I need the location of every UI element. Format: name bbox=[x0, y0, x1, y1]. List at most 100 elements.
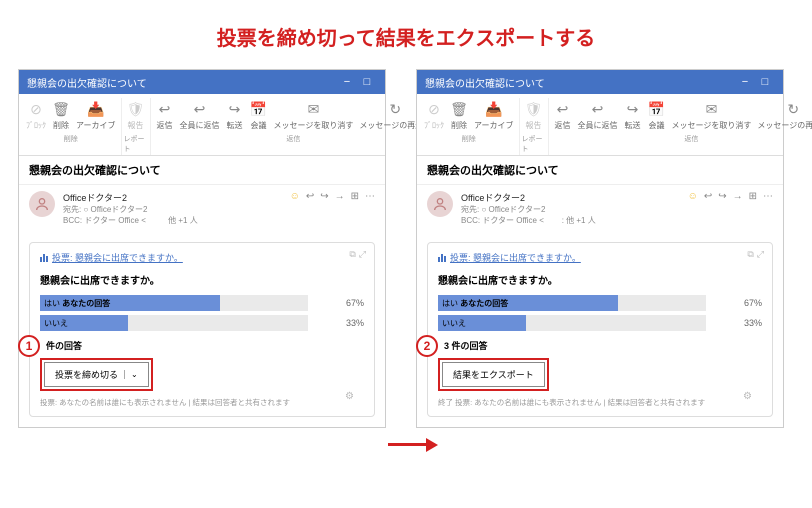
delete-button[interactable]: 🗑削除 bbox=[49, 98, 73, 133]
replyall-icon: ↩ bbox=[191, 100, 209, 118]
callout-badge-1: 1 bbox=[18, 335, 40, 357]
forward-button[interactable]: ↪転送 bbox=[223, 98, 247, 133]
poll-card: ⧉ ⤢ 投票: 懇親会に出席できますか。 懇親会に出席できますか。 はい あなたの… bbox=[29, 242, 375, 417]
mail-header: Officeドクター2 宛先: ○ Officeドクター2 BCC: ドクター … bbox=[417, 185, 783, 232]
recall-icon: ✉ bbox=[304, 100, 322, 118]
mail-header: Officeドクター2 宛先: ○ Officeドクター2 BCC: ドクター … bbox=[19, 185, 385, 232]
forward-icon: ↪ bbox=[624, 100, 642, 118]
poll-note: 終了 投票: あなたの名前は誰にも表示されません | 結果は回答者と共有されます bbox=[438, 397, 762, 408]
meeting-icon: 📅 bbox=[648, 100, 666, 118]
poll-link[interactable]: 投票: 懇親会に出席できますか。 bbox=[438, 251, 762, 264]
response-count: 件の回答 bbox=[40, 339, 364, 352]
reply-button[interactable]: ↩返信 bbox=[551, 98, 575, 133]
block-button: ⊘ﾌﾞﾛｯｸ bbox=[23, 98, 49, 133]
poll-option[interactable]: いいえ33% bbox=[438, 315, 762, 331]
archive-button[interactable]: 📥アーカイブ bbox=[471, 98, 517, 133]
poll-option[interactable]: いいえ33% bbox=[40, 315, 364, 331]
apps-icon[interactable]: ⊞ bbox=[749, 191, 757, 202]
more-icon[interactable]: ⋯ bbox=[365, 191, 375, 202]
forward-button[interactable]: ↪転送 bbox=[621, 98, 645, 133]
maximize-button[interactable]: □ bbox=[755, 76, 775, 88]
poll-link[interactable]: 投票: 懇親会に出席できますか。 bbox=[40, 251, 364, 264]
reply-button[interactable]: ↩返信 bbox=[153, 98, 177, 133]
replyall-button[interactable]: ↩全員に返信 bbox=[177, 98, 223, 133]
minimize-button[interactable]: − bbox=[337, 76, 357, 88]
forward-icon[interactable]: → bbox=[335, 191, 345, 202]
chevron-down-icon[interactable]: ⌄ bbox=[124, 370, 138, 379]
poll-option[interactable]: はい あなたの回答67% bbox=[40, 295, 364, 311]
outlook-window-left: 懇親会の出欠確認について − □ ⊘ﾌﾞﾛｯｸ🗑削除📥アーカイブ削除🛡報告レポー… bbox=[18, 69, 386, 428]
recall-icon: ✉ bbox=[702, 100, 720, 118]
export-results-button[interactable]: 結果をエクスポート bbox=[442, 362, 545, 387]
more-icon[interactable]: ⋯ bbox=[763, 191, 773, 202]
outlook-window-right: 懇親会の出欠確認について − □ ⊘ﾌﾞﾛｯｸ🗑削除📥アーカイブ削除🛡報告レポー… bbox=[416, 69, 784, 428]
avatar-icon bbox=[427, 191, 453, 217]
minimize-button[interactable]: − bbox=[735, 76, 755, 88]
resend-button[interactable]: ↻メッセージの再送信 bbox=[754, 98, 812, 133]
report-icon: 🛡 bbox=[525, 100, 543, 118]
replyall-icon: ↩ bbox=[589, 100, 607, 118]
reply-icon: ↩ bbox=[156, 100, 174, 118]
response-count: 3 件の回答 bbox=[438, 339, 762, 352]
recall-button[interactable]: ✉メッセージを取り消す bbox=[271, 98, 357, 133]
report-button: 🛡報告 bbox=[522, 98, 546, 133]
reply-icon[interactable]: ↩ bbox=[306, 191, 314, 202]
window-title: 懇親会の出欠確認について bbox=[27, 75, 147, 90]
mail-subject: 懇親会の出欠確認について bbox=[417, 156, 783, 185]
react-icon[interactable]: ☺ bbox=[688, 191, 698, 202]
delete-icon: 🗑 bbox=[450, 100, 468, 118]
meeting-button[interactable]: 📅会議 bbox=[247, 98, 271, 133]
delete-button[interactable]: 🗑削除 bbox=[447, 98, 471, 133]
poll-option[interactable]: はい あなたの回答67% bbox=[438, 295, 762, 311]
reply-icon[interactable]: ↩ bbox=[704, 191, 712, 202]
gear-icon[interactable]: ⚙ bbox=[345, 391, 354, 402]
delete-icon: 🗑 bbox=[52, 100, 70, 118]
copy-icon[interactable]: ⧉ bbox=[349, 249, 355, 260]
arrow-icon bbox=[388, 439, 438, 451]
bar-chart-icon bbox=[40, 254, 48, 262]
poll-question: 懇親会に出席できますか。 bbox=[438, 272, 762, 287]
maximize-button[interactable]: □ bbox=[357, 76, 377, 88]
bar-chart-icon bbox=[438, 254, 446, 262]
archive-button[interactable]: 📥アーカイブ bbox=[73, 98, 119, 133]
replyall-icon[interactable]: ↪ bbox=[320, 191, 328, 202]
window-title: 懇親会の出欠確認について bbox=[425, 75, 545, 90]
ribbon: ⊘ﾌﾞﾛｯｸ🗑削除📥アーカイブ削除🛡報告レポート↩返信↩全員に返信↪転送📅会議✉… bbox=[19, 94, 385, 156]
block-icon: ⊘ bbox=[27, 100, 45, 118]
apps-icon[interactable]: ⊞ bbox=[351, 191, 359, 202]
block-icon: ⊘ bbox=[425, 100, 443, 118]
replyall-icon[interactable]: ↪ bbox=[718, 191, 726, 202]
recall-button[interactable]: ✉メッセージを取り消す bbox=[669, 98, 755, 133]
page-title: 投票を締め切って結果をエクスポートする bbox=[0, 0, 812, 69]
highlight-box: 結果をエクスポート bbox=[438, 358, 549, 391]
report-icon: 🛡 bbox=[127, 100, 145, 118]
react-icon[interactable]: ☺ bbox=[290, 191, 300, 202]
archive-icon: 📥 bbox=[87, 100, 105, 118]
titlebar: 懇親会の出欠確認について − □ bbox=[417, 70, 783, 94]
resend-icon: ↻ bbox=[784, 100, 802, 118]
ribbon: ⊘ﾌﾞﾛｯｸ🗑削除📥アーカイブ削除🛡報告レポート↩返信↩全員に返信↪転送📅会議✉… bbox=[417, 94, 783, 156]
meeting-icon: 📅 bbox=[250, 100, 268, 118]
close-poll-button[interactable]: 投票を締め切る⌄ bbox=[44, 362, 149, 387]
mail-subject: 懇親会の出欠確認について bbox=[19, 156, 385, 185]
replyall-button[interactable]: ↩全員に返信 bbox=[575, 98, 621, 133]
copy-icon[interactable]: ⧉ bbox=[747, 249, 753, 260]
forward-icon: ↪ bbox=[226, 100, 244, 118]
gear-icon[interactable]: ⚙ bbox=[743, 391, 752, 402]
resend-icon: ↻ bbox=[386, 100, 404, 118]
highlight-box: 投票を締め切る⌄ bbox=[40, 358, 153, 391]
expand-icon[interactable]: ⤢ bbox=[359, 249, 366, 260]
expand-icon[interactable]: ⤢ bbox=[757, 249, 764, 260]
avatar-icon bbox=[29, 191, 55, 217]
archive-icon: 📥 bbox=[485, 100, 503, 118]
block-button: ⊘ﾌﾞﾛｯｸ bbox=[421, 98, 447, 133]
forward-icon[interactable]: → bbox=[733, 191, 743, 202]
callout-badge-2: 2 bbox=[416, 335, 438, 357]
titlebar: 懇親会の出欠確認について − □ bbox=[19, 70, 385, 94]
poll-card: ⧉ ⤢ 投票: 懇親会に出席できますか。 懇親会に出席できますか。 はい あなたの… bbox=[427, 242, 773, 417]
reply-icon: ↩ bbox=[554, 100, 572, 118]
report-button: 🛡報告 bbox=[124, 98, 148, 133]
meeting-button[interactable]: 📅会議 bbox=[645, 98, 669, 133]
poll-question: 懇親会に出席できますか。 bbox=[40, 272, 364, 287]
poll-note: 投票: あなたの名前は誰にも表示されません | 結果は回答者と共有されます bbox=[40, 397, 364, 408]
